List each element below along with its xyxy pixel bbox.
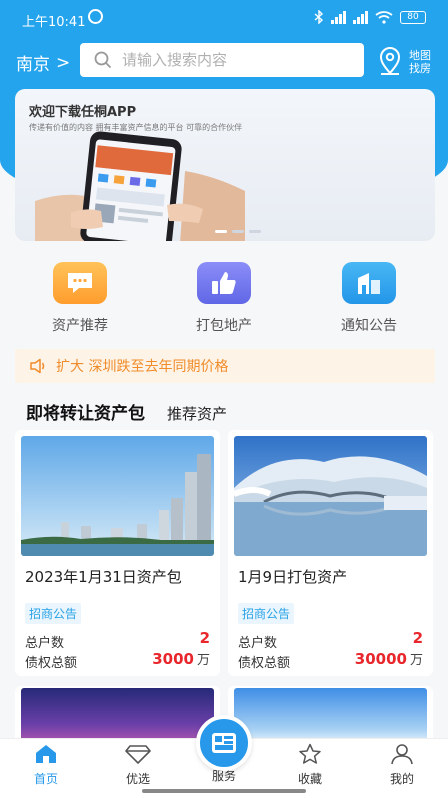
households-label: 总户数 <box>25 636 65 651</box>
asset-card[interactable]: 2023年1月31日资产包 招商公告 总户数 2 债权总额 3000 万 <box>15 430 220 676</box>
asset-card-partial[interactable] <box>15 686 220 746</box>
status-time: 上午10:41 <box>22 15 86 30</box>
notice-text: 扩大 深圳跌至去年同期价格 <box>56 359 229 375</box>
menu-label: 通知公告 <box>341 318 397 334</box>
tab-featured[interactable]: 优选 <box>108 743 168 787</box>
tab-featured-label: 优选 <box>125 772 150 786</box>
city-label: 南京 <box>16 55 50 75</box>
map-label-1: 地图 <box>409 49 431 62</box>
tab-mine[interactable]: 我的 <box>372 743 432 787</box>
debt-unit: 万 <box>196 653 210 668</box>
card-debt-row: 债权总额 30000 万 <box>238 650 423 671</box>
signal-icon <box>331 10 346 24</box>
alarm-icon <box>88 9 103 24</box>
tab-favorites-label: 收藏 <box>297 772 322 786</box>
diamond-icon <box>125 745 151 764</box>
search-bar[interactable] <box>80 43 364 77</box>
card-title: 1月9日打包资产 <box>238 568 348 586</box>
debt-unit: 万 <box>409 653 423 668</box>
card-tag: 招商公告 <box>25 603 82 624</box>
debt-value: 3000 <box>152 650 194 668</box>
service-icon <box>212 733 236 753</box>
households-value: 2 <box>412 629 423 647</box>
debt-label: 债权总额 <box>25 656 78 671</box>
asset-card[interactable]: 1月9日打包资产 招商公告 总户数 2 债权总额 30000 万 <box>228 430 433 676</box>
home-icon <box>36 745 56 763</box>
snowy-bridge-image <box>234 436 427 556</box>
tab-home[interactable]: 首页 <box>16 743 76 787</box>
chevron-right-icon: > <box>56 52 71 73</box>
city-selector[interactable]: 南京 > <box>16 50 71 76</box>
asset-card-partial[interactable] <box>228 686 433 746</box>
debt-value: 30000 <box>354 650 407 668</box>
service-center-button[interactable] <box>196 715 252 771</box>
debt-label: 债权总额 <box>238 656 291 671</box>
tab-favorites[interactable]: 收藏 <box>280 743 340 787</box>
tab-mine-label: 我的 <box>389 772 414 786</box>
city-skyline-image <box>21 436 214 556</box>
wifi-icon <box>375 10 393 24</box>
tab-home-label: 首页 <box>33 772 58 786</box>
tab-recommended-assets[interactable]: 推荐资产 <box>167 403 227 424</box>
star-icon <box>299 743 321 764</box>
map-label-2: 找房 <box>409 62 431 75</box>
map-search-button[interactable]: 地图 找房 <box>378 45 438 79</box>
menu-asset-recommend[interactable]: 资产推荐 <box>25 262 135 335</box>
speaker-icon <box>30 358 45 374</box>
user-icon <box>391 744 413 765</box>
status-bar: 上午10:41 80 <box>0 0 448 38</box>
building-icon <box>342 262 396 304</box>
card-debt-row: 债权总额 3000 万 <box>25 650 210 671</box>
home-indicator <box>142 789 306 793</box>
menu-notice[interactable]: 通知公告 <box>314 262 424 335</box>
bluetooth-icon <box>314 10 324 24</box>
section-tabs: 即将转让资产包 推荐资产 <box>26 399 227 424</box>
map-pin-icon <box>379 47 401 75</box>
search-icon <box>94 51 112 69</box>
households-label: 总户数 <box>238 636 278 651</box>
card-tag: 招商公告 <box>238 603 295 624</box>
card-title: 2023年1月31日资产包 <box>25 568 182 586</box>
signal-icon-2 <box>353 10 368 24</box>
menu-label: 资产推荐 <box>52 318 108 334</box>
phone-in-hand-image <box>35 131 245 241</box>
notice-bar[interactable]: 扩大 深圳跌至去年同期价格 <box>15 349 435 383</box>
promo-banner[interactable]: 欢迎下载任桐APP 传递有价值的内容 拥有丰富资产信息的平台 可靠的合作伙伴 <box>15 89 435 241</box>
menu-label: 打包地产 <box>196 318 252 334</box>
search-input[interactable] <box>122 51 342 69</box>
menu-package-estate[interactable]: 打包地产 <box>169 262 279 335</box>
chat-icon <box>53 262 107 304</box>
tab-upcoming-packages[interactable]: 即将转让资产包 <box>26 399 145 424</box>
thumbs-up-icon <box>197 262 251 304</box>
battery-icon: 80 <box>400 10 426 24</box>
banner-title: 欢迎下载任桐APP <box>29 105 137 120</box>
carousel-dots <box>215 230 261 233</box>
households-value: 2 <box>199 629 210 647</box>
